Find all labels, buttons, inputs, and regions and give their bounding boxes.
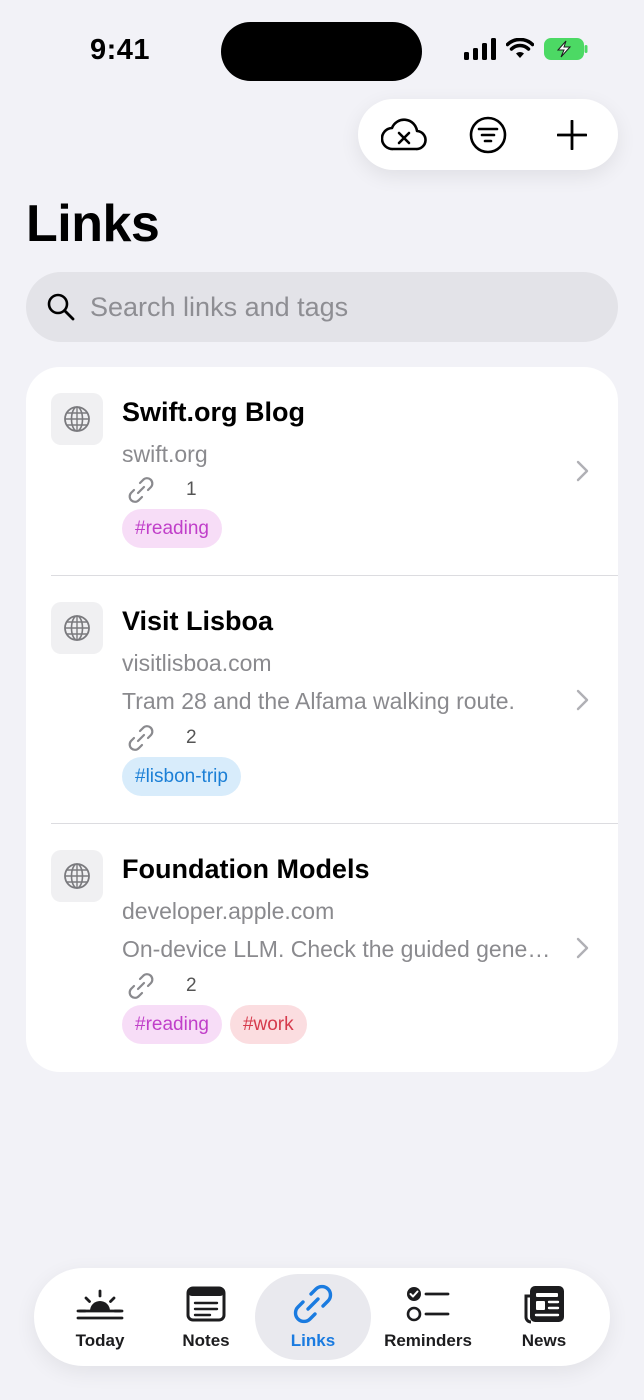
link-count: 2 [186,975,197,996]
tab-label: Today [75,1331,125,1350]
link-count: 1 [186,479,197,500]
add-link-button[interactable] [546,109,598,161]
search-bar[interactable] [26,272,618,342]
battery-charging-icon [544,38,588,60]
chevron-right-icon [576,937,589,959]
tag-list: #reading #work [122,1005,307,1044]
link-domain: developer.apple.com [122,898,335,924]
toolbar [358,99,618,170]
chevron-right-icon [576,689,589,711]
tab-label: Notes [182,1331,230,1350]
link-domain: visitlisboa.com [122,650,272,676]
link-title: Swift.org Blog [122,397,305,427]
link-domain: swift.org [122,441,208,467]
filter-button[interactable] [462,109,514,161]
tab-links[interactable]: Links [255,1274,371,1360]
tab-label: News [521,1331,567,1350]
search-icon [47,293,75,321]
link-title: Visit Lisboa [122,606,274,636]
links-list: Swift.org Blog swift.org 1 #reading Visi… [26,367,618,1072]
tag-reading[interactable]: #reading [122,509,222,548]
tab-bar: Today Notes Links Reminders News [34,1268,610,1366]
checklist-icon [406,1282,450,1326]
link-row-visit-lisboa[interactable]: Visit Lisboa visitlisboa.com Tram 28 and… [26,576,618,823]
dynamic-island [221,22,422,81]
globe-icon [64,863,90,889]
search-input[interactable] [90,291,618,323]
link-icon [128,973,154,999]
link-meta: 2 [126,971,197,1001]
link-icon [128,725,154,751]
link-favicon [51,850,103,902]
sync-error-button[interactable] [378,109,430,161]
link-favicon [51,393,103,445]
tab-label: Links [290,1331,336,1350]
wifi-icon [506,38,534,58]
link-row-swift-blog[interactable]: Swift.org Blog swift.org 1 #reading [26,367,618,575]
tag-list: #lisbon-trip [122,757,241,796]
link-title: Foundation Models [122,854,370,884]
link-row-foundation-models[interactable]: Foundation Models developer.apple.com On… [26,824,618,1072]
tab-news[interactable]: News [486,1274,602,1360]
newspaper-icon [522,1282,566,1326]
plus-icon [557,119,587,150]
cloud-x-icon [381,117,427,150]
link-meta: 2 [126,723,197,753]
tab-label: Reminders [384,1331,472,1350]
tag-list: #reading [122,509,222,548]
link-meta: 1 [126,475,197,505]
page-title: Links [26,195,160,253]
chevron-right-icon [576,460,589,482]
tag-work[interactable]: #work [229,1005,307,1044]
link-count: 2 [186,727,197,748]
status-icons [464,38,588,60]
link-favicon [51,602,103,654]
sunrise-icon [76,1282,124,1326]
notes-icon [186,1282,226,1326]
filter-icon [469,116,507,153]
link-icon [128,477,154,503]
globe-icon [64,615,90,641]
cellular-signal-icon [464,38,496,60]
link-icon [291,1282,335,1326]
status-time: 9:41 [90,34,151,66]
tag-lisbon-trip[interactable]: #lisbon-trip [122,757,241,796]
tab-today[interactable]: Today [42,1274,158,1360]
link-note: Tram 28 and the Alfama walking route. [122,688,515,714]
globe-icon [64,406,90,432]
tab-notes[interactable]: Notes [148,1274,264,1360]
tag-reading[interactable]: #reading [122,1005,222,1044]
link-note: On-device LLM. Check the guided generati… [122,936,554,962]
tab-reminders[interactable]: Reminders [370,1274,486,1360]
